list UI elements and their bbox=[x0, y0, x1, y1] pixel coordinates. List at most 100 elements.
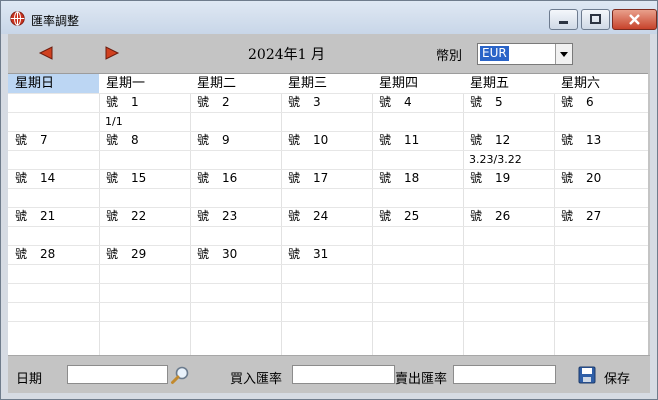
day-prefix: 號 bbox=[197, 95, 210, 109]
sell-rate-input[interactable] bbox=[453, 365, 556, 384]
calendar-day-cell[interactable]: 號 29 bbox=[99, 245, 190, 264]
minimize-icon bbox=[559, 21, 568, 24]
buy-rate-input[interactable] bbox=[292, 365, 395, 384]
day-prefix: 號 bbox=[561, 171, 574, 185]
calendar-day-cell[interactable]: 號 12 bbox=[463, 131, 554, 150]
row-divider bbox=[8, 302, 648, 303]
buy-rate-label: 買入匯率 bbox=[230, 372, 283, 387]
calendar-day-cell[interactable]: 號 23 bbox=[190, 207, 281, 226]
maximize-button[interactable] bbox=[581, 9, 610, 30]
calendar-day-cell[interactable]: 號 26 bbox=[463, 207, 554, 226]
calendar-day-cell[interactable]: 號 18 bbox=[372, 169, 463, 188]
content-frame: 2024年1 月 幣別 EUR 星期日 星期一 星期二 星期三 星期四 星期五 星期六 號1… bbox=[8, 34, 650, 393]
edit-footer: 日期 買入匯率 賣出匯率 保存 bbox=[8, 355, 650, 393]
day-prefix: 號 bbox=[470, 209, 483, 223]
day-number: 10 bbox=[313, 133, 329, 147]
day-number: 24 bbox=[313, 209, 329, 223]
window-title: 匯率調整 bbox=[31, 14, 80, 28]
day-prefix: 號 bbox=[106, 209, 119, 223]
day-number: 9 bbox=[222, 133, 230, 147]
calendar-day-cell[interactable]: 號 16 bbox=[190, 169, 281, 188]
calendar-day-cell[interactable]: 號 25 bbox=[372, 207, 463, 226]
day-number: 28 bbox=[40, 247, 56, 261]
day-prefix: 號 bbox=[106, 133, 119, 147]
calendar-day-cell[interactable]: 號 13 bbox=[554, 131, 648, 150]
day-prefix: 號 bbox=[288, 209, 301, 223]
calendar-day-cell[interactable]: 號 17 bbox=[281, 169, 372, 188]
day-prefix: 號 bbox=[197, 171, 210, 185]
calendar-day-cell[interactable]: 號4 bbox=[372, 93, 463, 112]
currency-select[interactable]: EUR bbox=[477, 43, 573, 65]
magnifier-icon[interactable] bbox=[170, 365, 190, 385]
day-prefix: 號 bbox=[288, 171, 301, 185]
day-prefix: 號 bbox=[197, 247, 210, 261]
day-prefix: 號 bbox=[379, 95, 392, 109]
currency-value: EUR bbox=[480, 46, 509, 61]
row-divider bbox=[8, 264, 648, 265]
calendar-day-cell[interactable]: 號5 bbox=[463, 93, 554, 112]
day-prefix: 號 bbox=[288, 95, 301, 109]
minimize-button[interactable] bbox=[549, 9, 578, 30]
calendar-day-cell[interactable]: 號 21 bbox=[8, 207, 99, 226]
row-divider bbox=[8, 226, 648, 227]
calendar-day-cell[interactable]: 號 14 bbox=[8, 169, 99, 188]
calendar-day-cell[interactable]: 號 20 bbox=[554, 169, 648, 188]
calendar-day-cell[interactable]: 號 27 bbox=[554, 207, 648, 226]
calendar-day-cell[interactable]: 號 31 bbox=[281, 245, 372, 264]
calendar-header: 2024年1 月 幣別 EUR bbox=[8, 34, 650, 72]
day-number: 4 bbox=[404, 95, 412, 109]
calendar-grid: 星期日 星期一 星期二 星期三 星期四 星期五 星期六 號 1 號 2 號 3 號 4 號 5 號 6 1/1 號 7 號… bbox=[8, 73, 648, 355]
day-number: 21 bbox=[40, 209, 56, 223]
date-input[interactable] bbox=[67, 365, 168, 384]
day-number: 31 bbox=[313, 247, 329, 261]
day-number: 30 bbox=[222, 247, 238, 261]
weekday-header: 星期一 bbox=[106, 76, 146, 91]
day-number: 29 bbox=[131, 247, 147, 261]
sell-rate-label: 賣出匯率 bbox=[395, 372, 448, 387]
row-divider bbox=[8, 283, 648, 284]
day-number: 1 bbox=[131, 95, 139, 109]
calendar-day-cell[interactable]: 號 22 bbox=[99, 207, 190, 226]
save-button[interactable]: 保存 bbox=[604, 368, 630, 387]
day-number: 26 bbox=[495, 209, 511, 223]
day-prefix: 號 bbox=[106, 247, 119, 261]
day-prefix: 號 bbox=[15, 209, 28, 223]
calendar-day-cell[interactable]: 號2 bbox=[190, 93, 281, 112]
calendar-day-cell[interactable]: 號 24 bbox=[281, 207, 372, 226]
arrow-left-icon[interactable] bbox=[38, 46, 54, 60]
calendar-day-cell[interactable]: 號7 bbox=[8, 131, 99, 150]
close-button[interactable] bbox=[612, 9, 657, 30]
calendar-day-cell[interactable]: 號3 bbox=[281, 93, 372, 112]
calendar-day-cell[interactable]: 號 11 bbox=[372, 131, 463, 150]
day-prefix: 號 bbox=[561, 133, 574, 147]
currency-label: 幣別 bbox=[436, 49, 463, 64]
day-number: 27 bbox=[586, 209, 602, 223]
rate-value[interactable]: 1/1 bbox=[99, 112, 196, 131]
day-prefix: 號 bbox=[15, 247, 28, 261]
arrow-right-icon[interactable] bbox=[104, 46, 120, 60]
title-bar[interactable]: 匯率調整 bbox=[1, 1, 657, 34]
calendar-day-cell[interactable]: 號8 bbox=[99, 131, 190, 150]
day-number: 17 bbox=[313, 171, 329, 185]
day-number: 23 bbox=[222, 209, 238, 223]
calendar-day-cell[interactable]: 號 30 bbox=[190, 245, 281, 264]
day-number: 20 bbox=[586, 171, 602, 185]
rate-value[interactable]: 3.23/3.22 bbox=[463, 150, 560, 169]
calendar-day-cell[interactable]: 號9 bbox=[190, 131, 281, 150]
calendar-day-cell[interactable]: 號 19 bbox=[463, 169, 554, 188]
dropdown-button[interactable] bbox=[555, 44, 572, 64]
day-prefix: 號 bbox=[288, 133, 301, 147]
day-prefix: 號 bbox=[15, 171, 28, 185]
calendar-day-cell[interactable]: 號 15 bbox=[99, 169, 190, 188]
row-divider bbox=[8, 321, 648, 322]
day-number: 5 bbox=[495, 95, 503, 109]
calendar-day-cell[interactable]: 號 10 bbox=[281, 131, 372, 150]
weekday-header-row: 星期日 星期一 星期二 星期三 星期四 星期五 星期六 bbox=[8, 74, 648, 93]
floppy-disk-icon[interactable] bbox=[578, 366, 596, 384]
weekday-header: 星期三 bbox=[288, 76, 328, 91]
day-prefix: 號 bbox=[379, 133, 392, 147]
calendar-day-cell[interactable]: 號6 bbox=[554, 93, 648, 112]
calendar-day-cell[interactable]: 號 28 bbox=[8, 245, 99, 264]
month-title: 2024年1 月 bbox=[248, 47, 325, 63]
calendar-day-cell[interactable]: 號1 bbox=[99, 93, 190, 112]
